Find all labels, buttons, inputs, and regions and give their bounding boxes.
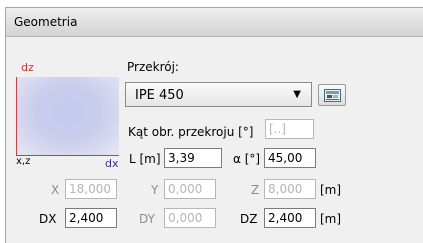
section-select[interactable]: IPE 450 ▼ <box>125 82 312 107</box>
panel-title: Geometria <box>14 15 78 29</box>
coords-unit: [m] <box>320 183 342 197</box>
y-field[interactable]: 0,000 <box>164 179 216 199</box>
alpha-label: α [°] <box>233 152 261 166</box>
dy-field[interactable]: 0,000 <box>164 208 216 228</box>
z-label: Z <box>251 183 260 197</box>
alpha-field[interactable]: 45,00 <box>264 148 316 168</box>
z-field[interactable]: 8,000 <box>264 179 316 199</box>
y-label: Y <box>151 183 159 197</box>
dx-label: DX <box>39 212 57 226</box>
x-field[interactable]: 18,000 <box>65 179 117 199</box>
axis-label-xz: x,z <box>16 156 31 167</box>
x-label: X <box>51 183 60 197</box>
dz-field[interactable]: 2,400 <box>264 208 316 228</box>
section-angle-label: Kąt obr. przekroju [°] <box>128 125 254 139</box>
length-field[interactable]: 3,39 <box>164 148 222 168</box>
axis-label-dx: dx <box>105 157 119 170</box>
dx-field[interactable]: 2,400 <box>65 208 117 228</box>
section-angle-field[interactable]: [..] <box>265 119 314 139</box>
dy-label: DY <box>139 212 155 226</box>
length-label: L [m] <box>129 152 161 166</box>
axis-label-dz: dz <box>21 61 34 74</box>
chevron-down-icon: ▼ <box>293 89 301 100</box>
section-select-value: IPE 450 <box>135 88 184 103</box>
section-library-button[interactable] <box>318 84 346 106</box>
dz-label: DZ <box>240 212 258 226</box>
deltas-unit: [m] <box>320 212 342 226</box>
section-preview <box>16 77 119 156</box>
section-label: Przekrój: <box>127 60 179 74</box>
section-library-icon <box>324 89 341 102</box>
panel-header: Geometria <box>6 8 423 37</box>
